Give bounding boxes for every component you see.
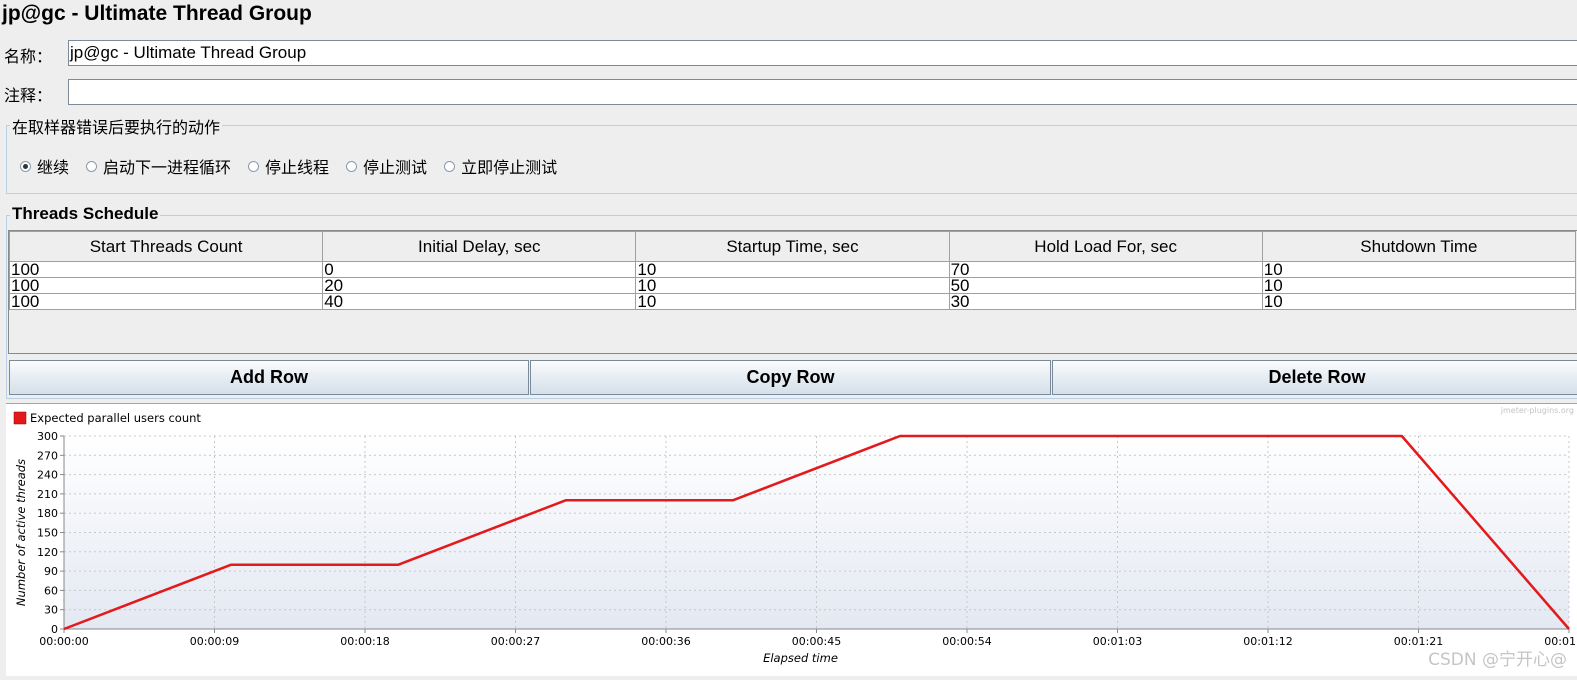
table-cell[interactable]: 70 <box>948 261 1263 278</box>
comment-field[interactable] <box>68 79 1577 105</box>
radio-label: 启动下一进程循环 <box>103 158 232 177</box>
x-tick-label: 00:00:00 <box>39 635 88 648</box>
table-cell[interactable]: 100 <box>8 293 324 310</box>
table-row[interactable]: 100 20 10 50 10 <box>8 277 1577 294</box>
column-header-startup-time[interactable]: Startup Time, sec <box>635 231 950 262</box>
threads-chart: 030609012015018021024027030000:00:00 00:0… <box>13 406 1577 665</box>
add-row-button[interactable]: Add Row <box>9 360 529 395</box>
table-cell[interactable]: 10 <box>635 277 950 294</box>
table-cell[interactable]: 0 <box>322 261 637 278</box>
y-tick-label: 270 <box>37 449 58 462</box>
copy-row-button[interactable]: Copy Row <box>530 360 1051 395</box>
table-cell[interactable]: 10 <box>635 261 950 278</box>
x-axis-label: Elapsed time <box>763 651 838 665</box>
table-cell[interactable]: 10 <box>635 293 950 310</box>
table-cell[interactable]: 10 <box>1261 277 1577 294</box>
radio-stop-test-now[interactable]: 立即停止测试 <box>444 154 557 178</box>
table-cell[interactable]: 20 <box>322 277 637 294</box>
radio-icon <box>248 160 260 172</box>
legend-label: Expected parallel users count <box>30 411 201 425</box>
x-tick-label: 00:00:45 <box>792 635 841 648</box>
radio-label: 停止线程 <box>265 158 330 177</box>
radio-label: 继续 <box>37 158 70 177</box>
table-cell[interactable]: 100 <box>8 261 324 278</box>
x-tick-label: 00:00:27 <box>491 635 540 648</box>
legend-swatch <box>13 411 27 425</box>
x-tick-label: 00:00:36 <box>641 635 690 648</box>
column-header-initial-delay[interactable]: Initial Delay, sec <box>322 231 637 262</box>
table-cell[interactable]: 10 <box>1261 261 1577 278</box>
schedule-table: Start Threads Count Initial Delay, sec S… <box>8 230 1577 354</box>
radio-icon <box>444 160 456 172</box>
table-row[interactable]: 100 0 10 70 10 <box>8 261 1577 278</box>
radio-continue[interactable]: 继续 <box>20 154 69 178</box>
chart-panel: 0 30 60 90 120 150 180 210 240 270 300 00:00:00 00:0… <box>6 403 1577 676</box>
jmeter-plugins-watermark: jmeter-plugins.org <box>1500 406 1574 415</box>
y-tick-label: 30 <box>44 604 58 617</box>
table-row[interactable]: 100 40 10 30 10 <box>8 293 1577 310</box>
radio-label: 停止测试 <box>363 158 428 177</box>
radio-stop-test[interactable]: 停止测试 <box>346 154 427 178</box>
name-field[interactable]: jp@gc - Ultimate Thread Group <box>68 40 1577 66</box>
x-tick-label: 00:00:09 <box>190 635 239 648</box>
y-tick-label: 210 <box>37 488 58 501</box>
y-tick-label: 120 <box>37 546 58 559</box>
table-cell[interactable]: 50 <box>948 277 1263 294</box>
x-tick-label: 00:01:03 <box>1093 635 1142 648</box>
x-tick-label: 00:00:18 <box>340 635 389 648</box>
table-cell[interactable]: 10 <box>1261 293 1577 310</box>
x-tick-label: 00:01:12 <box>1243 635 1292 648</box>
radio-label: 立即停止测试 <box>461 158 558 177</box>
radio-selected-icon <box>20 160 31 172</box>
table-cell[interactable]: 40 <box>322 293 637 310</box>
y-axis-label: Number of active threads <box>14 459 28 606</box>
name-label: 名称： <box>4 47 53 66</box>
error-action-radios: 继续 启动下一进程循环 停止线程 停止测试 立即停止测试 <box>20 154 574 178</box>
y-tick-label: 180 <box>37 507 58 520</box>
y-tick-label: 300 <box>37 430 58 443</box>
radio-icon <box>86 160 98 172</box>
table-cell[interactable]: 100 <box>8 277 324 294</box>
error-action-title: 在取样器错误后要执行的动作 <box>10 114 223 138</box>
table-cell[interactable]: 30 <box>948 293 1263 310</box>
y-tick-label: 150 <box>37 527 58 540</box>
y-tick-label: 60 <box>44 584 58 597</box>
radio-icon <box>346 160 358 172</box>
y-tick-label: 90 <box>44 565 58 578</box>
x-tick-label: 00:00:54 <box>942 635 991 648</box>
radio-start-next-loop[interactable]: 启动下一进程循环 <box>86 154 231 178</box>
column-header-shutdown-time[interactable]: Shutdown Time <box>1261 231 1577 262</box>
schedule-title: Threads Schedule <box>10 204 161 224</box>
window-title: jp@gc - Ultimate Thread Group <box>2 2 312 25</box>
column-header-start-threads[interactable]: Start Threads Count <box>8 231 324 262</box>
comment-label: 注释： <box>4 86 53 105</box>
radio-stop-thread[interactable]: 停止线程 <box>248 154 329 178</box>
csdn-watermark: CSDN @宁开心@ <box>1428 650 1567 670</box>
y-tick-label: 240 <box>37 469 58 482</box>
delete-row-button[interactable]: Delete Row <box>1052 360 1577 395</box>
column-header-hold-load[interactable]: Hold Load For, sec <box>948 231 1263 262</box>
